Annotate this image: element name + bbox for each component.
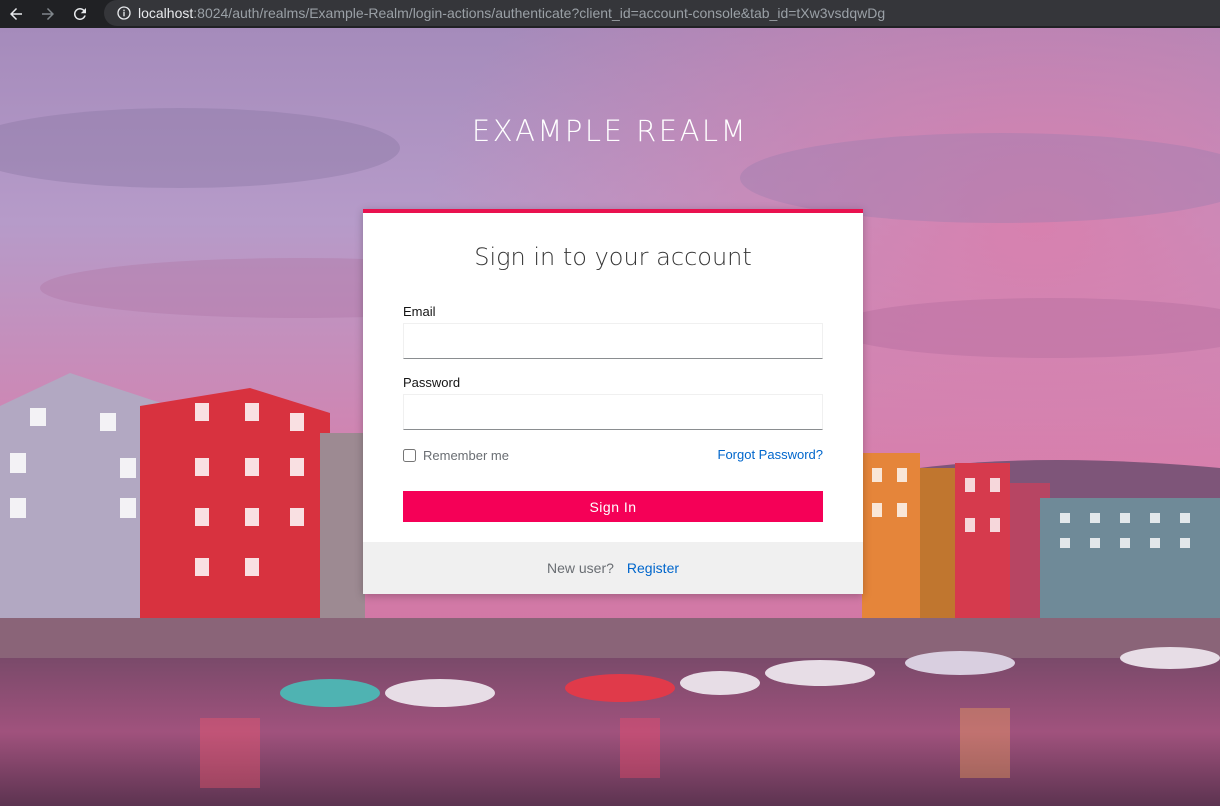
login-heading: Sign in to your account bbox=[474, 243, 752, 271]
remember-me-label: Remember me bbox=[423, 448, 509, 463]
address-bar[interactable]: localhost:8024/auth/realms/Example-Realm… bbox=[104, 0, 1220, 26]
password-field[interactable] bbox=[403, 394, 823, 430]
email-field[interactable] bbox=[403, 323, 823, 359]
card-footer: New user? Register bbox=[363, 542, 863, 594]
url-host: localhost bbox=[138, 5, 194, 21]
sign-in-button[interactable]: Sign In bbox=[403, 491, 823, 522]
new-user-text: New user? bbox=[546, 560, 614, 576]
back-button[interactable] bbox=[0, 0, 32, 28]
register-link[interactable]: Register bbox=[627, 560, 679, 576]
info-icon[interactable] bbox=[116, 5, 132, 21]
reload-button[interactable] bbox=[64, 0, 96, 28]
reload-icon bbox=[73, 7, 86, 20]
url-path: :8024/auth/realms/Example-Realm/login-ac… bbox=[193, 5, 886, 21]
arrow-left-icon bbox=[10, 8, 22, 20]
browser-toolbar: localhost:8024/auth/realms/Example-Realm… bbox=[0, 0, 1220, 28]
arrow-right-icon bbox=[42, 8, 54, 20]
remember-me-checkbox[interactable] bbox=[403, 449, 416, 462]
password-label: Password bbox=[403, 375, 461, 390]
remember-me[interactable]: Remember me bbox=[403, 448, 509, 463]
forgot-password-link[interactable]: Forgot Password? bbox=[718, 447, 824, 462]
forward-button[interactable] bbox=[32, 0, 64, 28]
realm-title: EXAMPLE REALM bbox=[471, 114, 749, 148]
login-card: Sign in to your account Email Password R… bbox=[363, 209, 863, 594]
email-label: Email bbox=[403, 304, 436, 319]
